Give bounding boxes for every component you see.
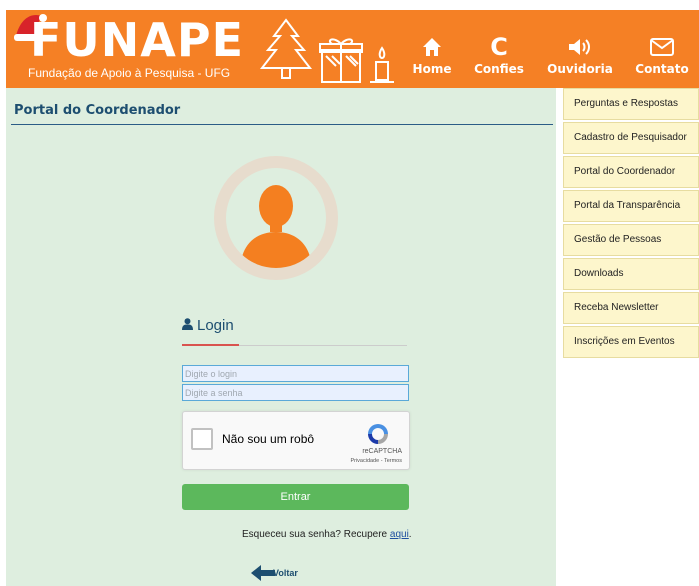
recaptcha-links[interactable]: Privacidade - Termos bbox=[350, 458, 402, 464]
speaker-icon bbox=[569, 39, 590, 55]
password-input[interactable] bbox=[182, 384, 409, 401]
nav-confies[interactable]: C Confies bbox=[464, 34, 534, 76]
sidebar: Perguntas e Respostas Cadastro de Pesqui… bbox=[563, 88, 699, 360]
recaptcha-checkbox[interactable] bbox=[191, 428, 213, 450]
enter-button[interactable]: Entrar bbox=[182, 484, 409, 510]
login-heading: Login bbox=[182, 317, 234, 334]
logo-subtitle: Fundação de Apoio à Pesquisa - UFG bbox=[28, 66, 231, 80]
nav-ouvidoria-label: Ouvidoria bbox=[547, 62, 613, 76]
recaptcha-brand: reCAPTCHA bbox=[362, 448, 402, 455]
candle-icon bbox=[370, 46, 394, 83]
page: FUNAPE Fundação de Apoio à Pesquisa - UF… bbox=[0, 0, 699, 586]
christmas-tree-icon bbox=[259, 18, 313, 79]
nav-ouvidoria[interactable]: Ouvidoria bbox=[545, 34, 615, 76]
user-avatar-icon bbox=[214, 156, 338, 280]
login-heading-text: Login bbox=[197, 317, 234, 334]
home-icon bbox=[423, 38, 441, 56]
sidebar-item-newsletter[interactable]: Receba Newsletter bbox=[563, 292, 699, 324]
login-underline-accent bbox=[182, 344, 239, 346]
nav-contato[interactable]: Contato bbox=[627, 34, 697, 76]
login-input[interactable] bbox=[182, 365, 409, 382]
back-label: Voltar bbox=[273, 568, 298, 578]
nav-contato-label: Contato bbox=[635, 62, 689, 76]
sidebar-item-downloads[interactable]: Downloads bbox=[563, 258, 699, 290]
sidebar-item-eventos[interactable]: Inscrições em Eventos bbox=[563, 326, 699, 358]
sidebar-item-transparencia[interactable]: Portal da Transparência bbox=[563, 190, 699, 222]
forgot-end: . bbox=[408, 529, 412, 540]
nav-confies-label: Confies bbox=[474, 62, 524, 76]
recover-link[interactable]: aqui bbox=[390, 529, 409, 540]
recaptcha-logo-icon bbox=[368, 424, 388, 444]
site-header: FUNAPE Fundação de Apoio à Pesquisa - UF… bbox=[6, 10, 699, 88]
user-icon bbox=[182, 318, 193, 330]
nav-home[interactable]: Home bbox=[397, 34, 467, 76]
sidebar-item-cadastro[interactable]: Cadastro de Pesquisador bbox=[563, 122, 699, 154]
recaptcha-widget: Não sou um robô reCAPTCHA Privacidade - … bbox=[182, 411, 410, 470]
page-title: Portal do Coordenador bbox=[14, 103, 181, 118]
funape-logo[interactable]: FUNAPE bbox=[30, 12, 244, 68]
nav-home-label: Home bbox=[412, 62, 452, 76]
gift-icon bbox=[319, 38, 363, 83]
back-button[interactable]: Voltar bbox=[251, 565, 298, 581]
main-content: Portal do Coordenador Login Não sou um r… bbox=[6, 88, 556, 586]
sidebar-item-gestao-pessoas[interactable]: Gestão de Pessoas bbox=[563, 224, 699, 256]
recaptcha-label: Não sou um robô bbox=[222, 432, 315, 446]
envelope-icon bbox=[650, 38, 674, 56]
confies-c-icon: C bbox=[490, 33, 508, 61]
forgot-password: Esqueceu sua senha? Recupere aqui. bbox=[242, 529, 412, 540]
title-divider bbox=[11, 124, 553, 125]
sidebar-item-portal-coordenador[interactable]: Portal do Coordenador bbox=[563, 156, 699, 188]
forgot-text: Esqueceu sua senha? Recupere bbox=[242, 529, 390, 540]
sidebar-item-perguntas[interactable]: Perguntas e Respostas bbox=[563, 88, 699, 120]
login-underline bbox=[239, 345, 407, 346]
back-arrow-icon bbox=[251, 565, 275, 581]
